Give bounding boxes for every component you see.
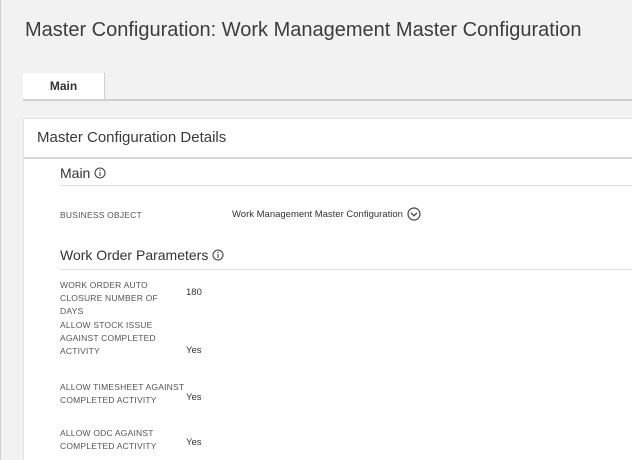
- section-main-divider: [60, 185, 632, 186]
- card-header: Master Configuration Details: [24, 119, 632, 159]
- section-main-label: Main: [60, 165, 91, 181]
- tab-bar: Main: [23, 73, 632, 101]
- card-title: Master Configuration Details: [37, 129, 227, 146]
- details-card: Master Configuration Details Main BUSINE…: [23, 118, 632, 460]
- field-label-auto-closure: WORK ORDER AUTO CLOSURE NUMBER OF DAYS: [60, 280, 158, 316]
- business-object-value: Work Management Master Configuration: [232, 208, 403, 220]
- field-label-odc: ALLOW ODC AGAINST COMPLETED ACTIVITY: [60, 428, 157, 451]
- page-title: Master Configuration: Work Management Ma…: [25, 19, 582, 41]
- app-frame: Master Configuration: Work Management Ma…: [0, 0, 632, 460]
- field-value-business-object: Work Management Master Configuration: [232, 207, 421, 221]
- field-label-timesheet: ALLOW TIMESHEET AGAINST COMPLETED ACTIVI…: [60, 382, 185, 405]
- section-work-order-title: Work Order Parameters: [60, 247, 224, 263]
- section-main-title: Main: [60, 165, 106, 181]
- field-value-stock-issue: Yes: [186, 345, 202, 356]
- chevron-down-circle-icon[interactable]: [407, 207, 421, 221]
- info-icon[interactable]: [212, 249, 224, 261]
- field-label-business-object: BUSINESS OBJECT: [60, 210, 142, 220]
- field-label-stock-issue: ALLOW STOCK ISSUE AGAINST COMPLETED ACTI…: [60, 320, 156, 356]
- section-work-order-label: Work Order Parameters: [60, 247, 209, 263]
- field-value-auto-closure: 180: [186, 287, 202, 298]
- field-value-odc: Yes: [186, 437, 202, 448]
- info-icon[interactable]: [94, 167, 106, 179]
- field-value-timesheet: Yes: [186, 392, 202, 403]
- tab-main[interactable]: Main: [23, 73, 105, 99]
- section-work-order-divider: [60, 269, 632, 270]
